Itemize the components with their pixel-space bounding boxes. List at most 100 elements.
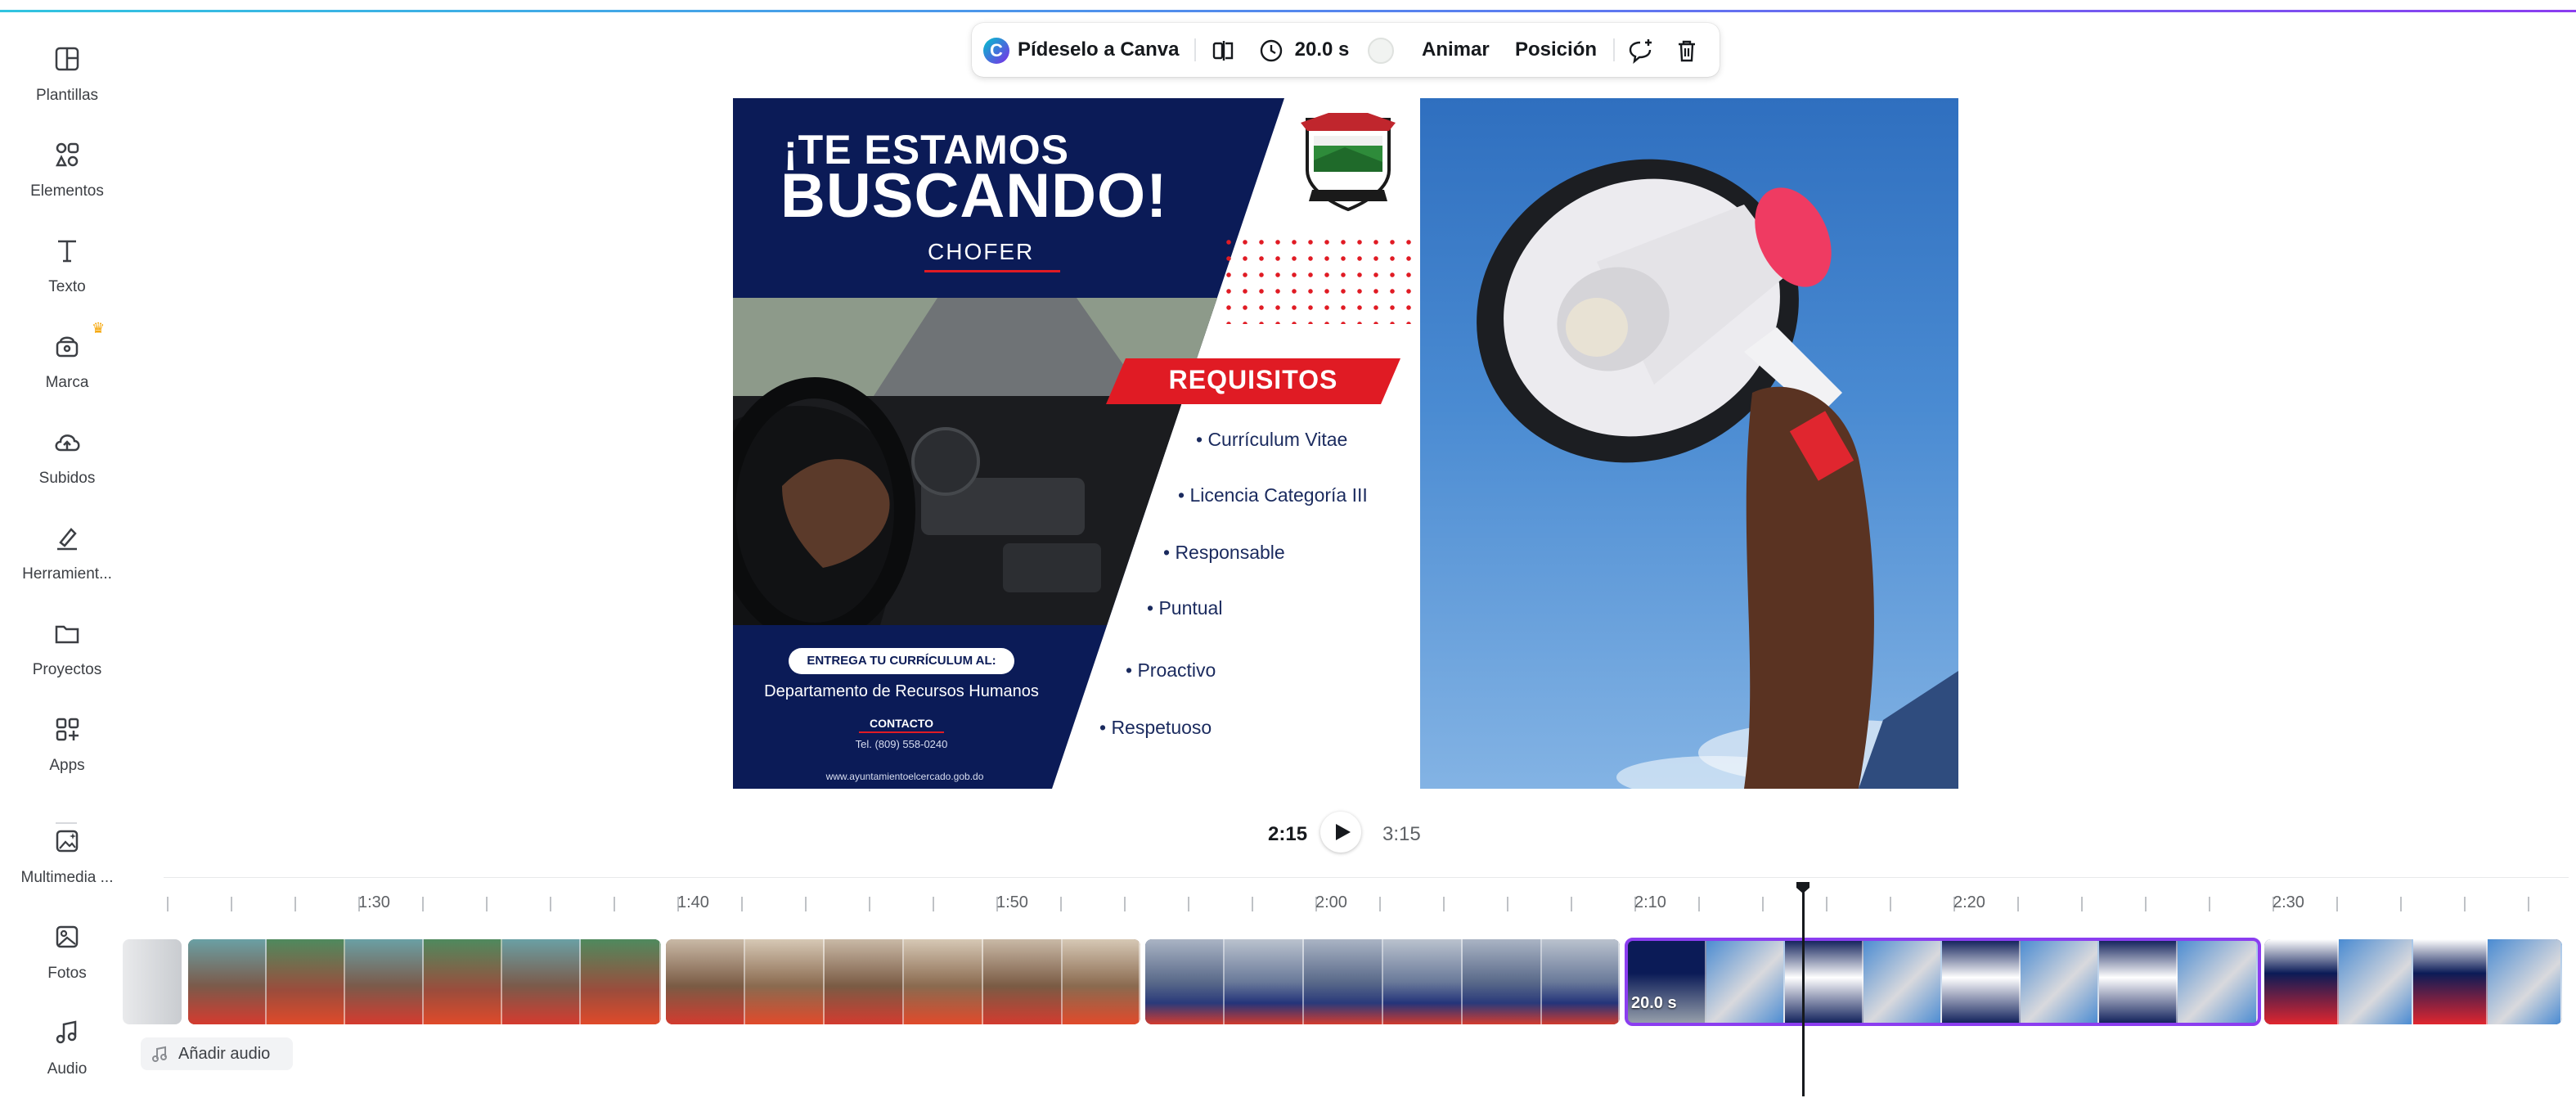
position-label: Posición — [1515, 38, 1598, 61]
clip-selection-outline — [1625, 938, 2261, 1026]
requirement-item: • Licencia Categoría III — [1178, 484, 1368, 506]
crown-icon: ♛ — [92, 320, 106, 336]
split-icon — [1212, 40, 1234, 61]
deliver-cv-pill: ENTREGA TU CURRÍCULUM AL: — [789, 648, 1014, 674]
toolbar-divider — [1194, 38, 1196, 61]
clip-frame — [983, 939, 1063, 1024]
add-comment-icon — [1629, 38, 1652, 64]
ruler-label: 2:10 — [1634, 893, 1666, 911]
sidebar-item-magic-media[interactable]: Multimedia ... — [7, 815, 128, 897]
clip-frame — [904, 939, 983, 1024]
ask-canva-button[interactable]: C Pídeselo a Canva — [983, 23, 1179, 77]
photos-icon — [51, 920, 83, 953]
sidebar-item-uploads[interactable]: Subidos — [7, 416, 128, 497]
text-icon — [51, 234, 83, 267]
clip-frame — [666, 939, 745, 1024]
position-button[interactable]: Posición — [1515, 23, 1597, 77]
color-swatch[interactable] — [1368, 38, 1394, 64]
ruler-label: 2:00 — [1315, 893, 1347, 911]
brand-icon — [51, 330, 83, 362]
sidebar-item-text[interactable]: Texto — [7, 224, 128, 306]
website-url: www.ayuntamientoelcercado.gob.do — [825, 771, 984, 782]
requirement-item: • Puntual — [1147, 597, 1223, 619]
municipal-seal-logo — [1301, 113, 1396, 212]
ruler-label: 2:30 — [2273, 893, 2304, 911]
ruler-tick — [1188, 897, 1189, 911]
clip-frame — [2339, 939, 2413, 1024]
music-note-icon — [152, 1046, 167, 1062]
sidebar-item-photos[interactable]: Fotos — [7, 911, 128, 992]
ruler-tick — [2017, 897, 2019, 911]
sidebar-item-label: Plantillas — [35, 87, 99, 104]
clip-frame — [424, 939, 502, 1024]
upload-icon — [51, 425, 83, 458]
apps-icon — [51, 713, 83, 745]
ruler-tick — [2081, 897, 2083, 911]
clip-frame — [2264, 939, 2339, 1024]
sidebar-item-label: Multimedia ... — [20, 869, 114, 886]
clip-frame — [502, 939, 581, 1024]
clip-frame — [267, 939, 345, 1024]
playhead-line[interactable] — [1802, 887, 1805, 1096]
delete-button[interactable] — [1674, 23, 1700, 77]
design-canvas[interactable]: ¡TE ESTAMOS BUSCANDO! CHOFER REQUISITOS … — [733, 98, 1958, 789]
elements-icon — [51, 138, 83, 171]
timeline-clip[interactable] — [2264, 939, 2562, 1024]
ruler-tick — [614, 897, 615, 911]
clip-duration-badge: 20.0 s — [1631, 994, 1677, 1012]
animate-button[interactable]: Animar — [1422, 23, 1490, 77]
clip-frame — [345, 939, 424, 1024]
ruler-tick — [741, 897, 743, 911]
current-time: 2:15 — [1268, 823, 1308, 845]
clip-frame — [188, 939, 267, 1024]
dot-pattern — [1221, 234, 1417, 324]
ruler-tick — [486, 897, 488, 911]
duration-button[interactable]: 20.0 s — [1258, 23, 1349, 77]
ruler-tick — [1571, 897, 1572, 911]
left-sidebar: Plantillas Elementos Texto ♛ Marca Subid… — [0, 25, 134, 1098]
sidebar-item-brand[interactable]: ♛ Marca — [7, 320, 128, 402]
clip-frame — [2413, 939, 2488, 1024]
megaphone-image — [1477, 159, 1958, 789]
sidebar-item-audio[interactable]: Audio — [7, 1006, 128, 1088]
clip-frame — [745, 939, 825, 1024]
timeline-clip[interactable] — [188, 939, 661, 1024]
toolbar-divider — [1613, 38, 1615, 61]
add-audio-button[interactable]: Añadir audio — [141, 1037, 293, 1070]
timeline-clip[interactable] — [666, 939, 1140, 1024]
requirement-item: • Currículum Vitae — [1196, 429, 1348, 450]
timeline-clip[interactable] — [123, 939, 182, 1024]
templates-icon — [51, 43, 83, 75]
clip-frame — [1063, 939, 1140, 1024]
ruler-tick — [1443, 897, 1445, 911]
sidebar-item-label: Proyectos — [32, 661, 102, 678]
sidebar-item-label: Audio — [47, 1060, 88, 1078]
add-comment-button[interactable] — [1626, 23, 1654, 77]
sidebar-item-draw[interactable]: Herramient... — [7, 511, 128, 593]
requirement-item: • Respetuoso — [1099, 717, 1212, 738]
ruler-label: 1:30 — [358, 893, 390, 911]
driver-photo — [733, 298, 1217, 625]
clip-frame — [1145, 939, 1225, 1024]
total-time: 3:15 — [1382, 823, 1421, 845]
ruler-tick — [2209, 897, 2210, 911]
ruler-tick — [1252, 897, 1253, 911]
requirement-item: • Proactivo — [1126, 659, 1216, 681]
play-icon — [1336, 824, 1351, 840]
split-button[interactable] — [1211, 23, 1237, 77]
clip-frame — [581, 939, 661, 1024]
sidebar-item-templates[interactable]: Plantillas — [7, 33, 128, 115]
ruler-tick — [2145, 897, 2147, 911]
ruler-tick — [1124, 897, 1126, 911]
requirement-item: • Responsable — [1163, 542, 1285, 563]
audio-icon — [51, 1016, 83, 1049]
role-underline — [924, 270, 1060, 272]
play-button[interactable] — [1320, 812, 1361, 853]
sidebar-item-projects[interactable]: Proyectos — [7, 607, 128, 689]
sidebar-item-label: Herramient... — [22, 565, 112, 583]
ruler-tick — [550, 897, 551, 911]
timeline-clip[interactable] — [1145, 939, 1620, 1024]
ruler-tick — [2336, 897, 2338, 911]
sidebar-item-elements[interactable]: Elementos — [7, 128, 128, 210]
sidebar-item-apps[interactable]: Apps — [7, 703, 128, 785]
